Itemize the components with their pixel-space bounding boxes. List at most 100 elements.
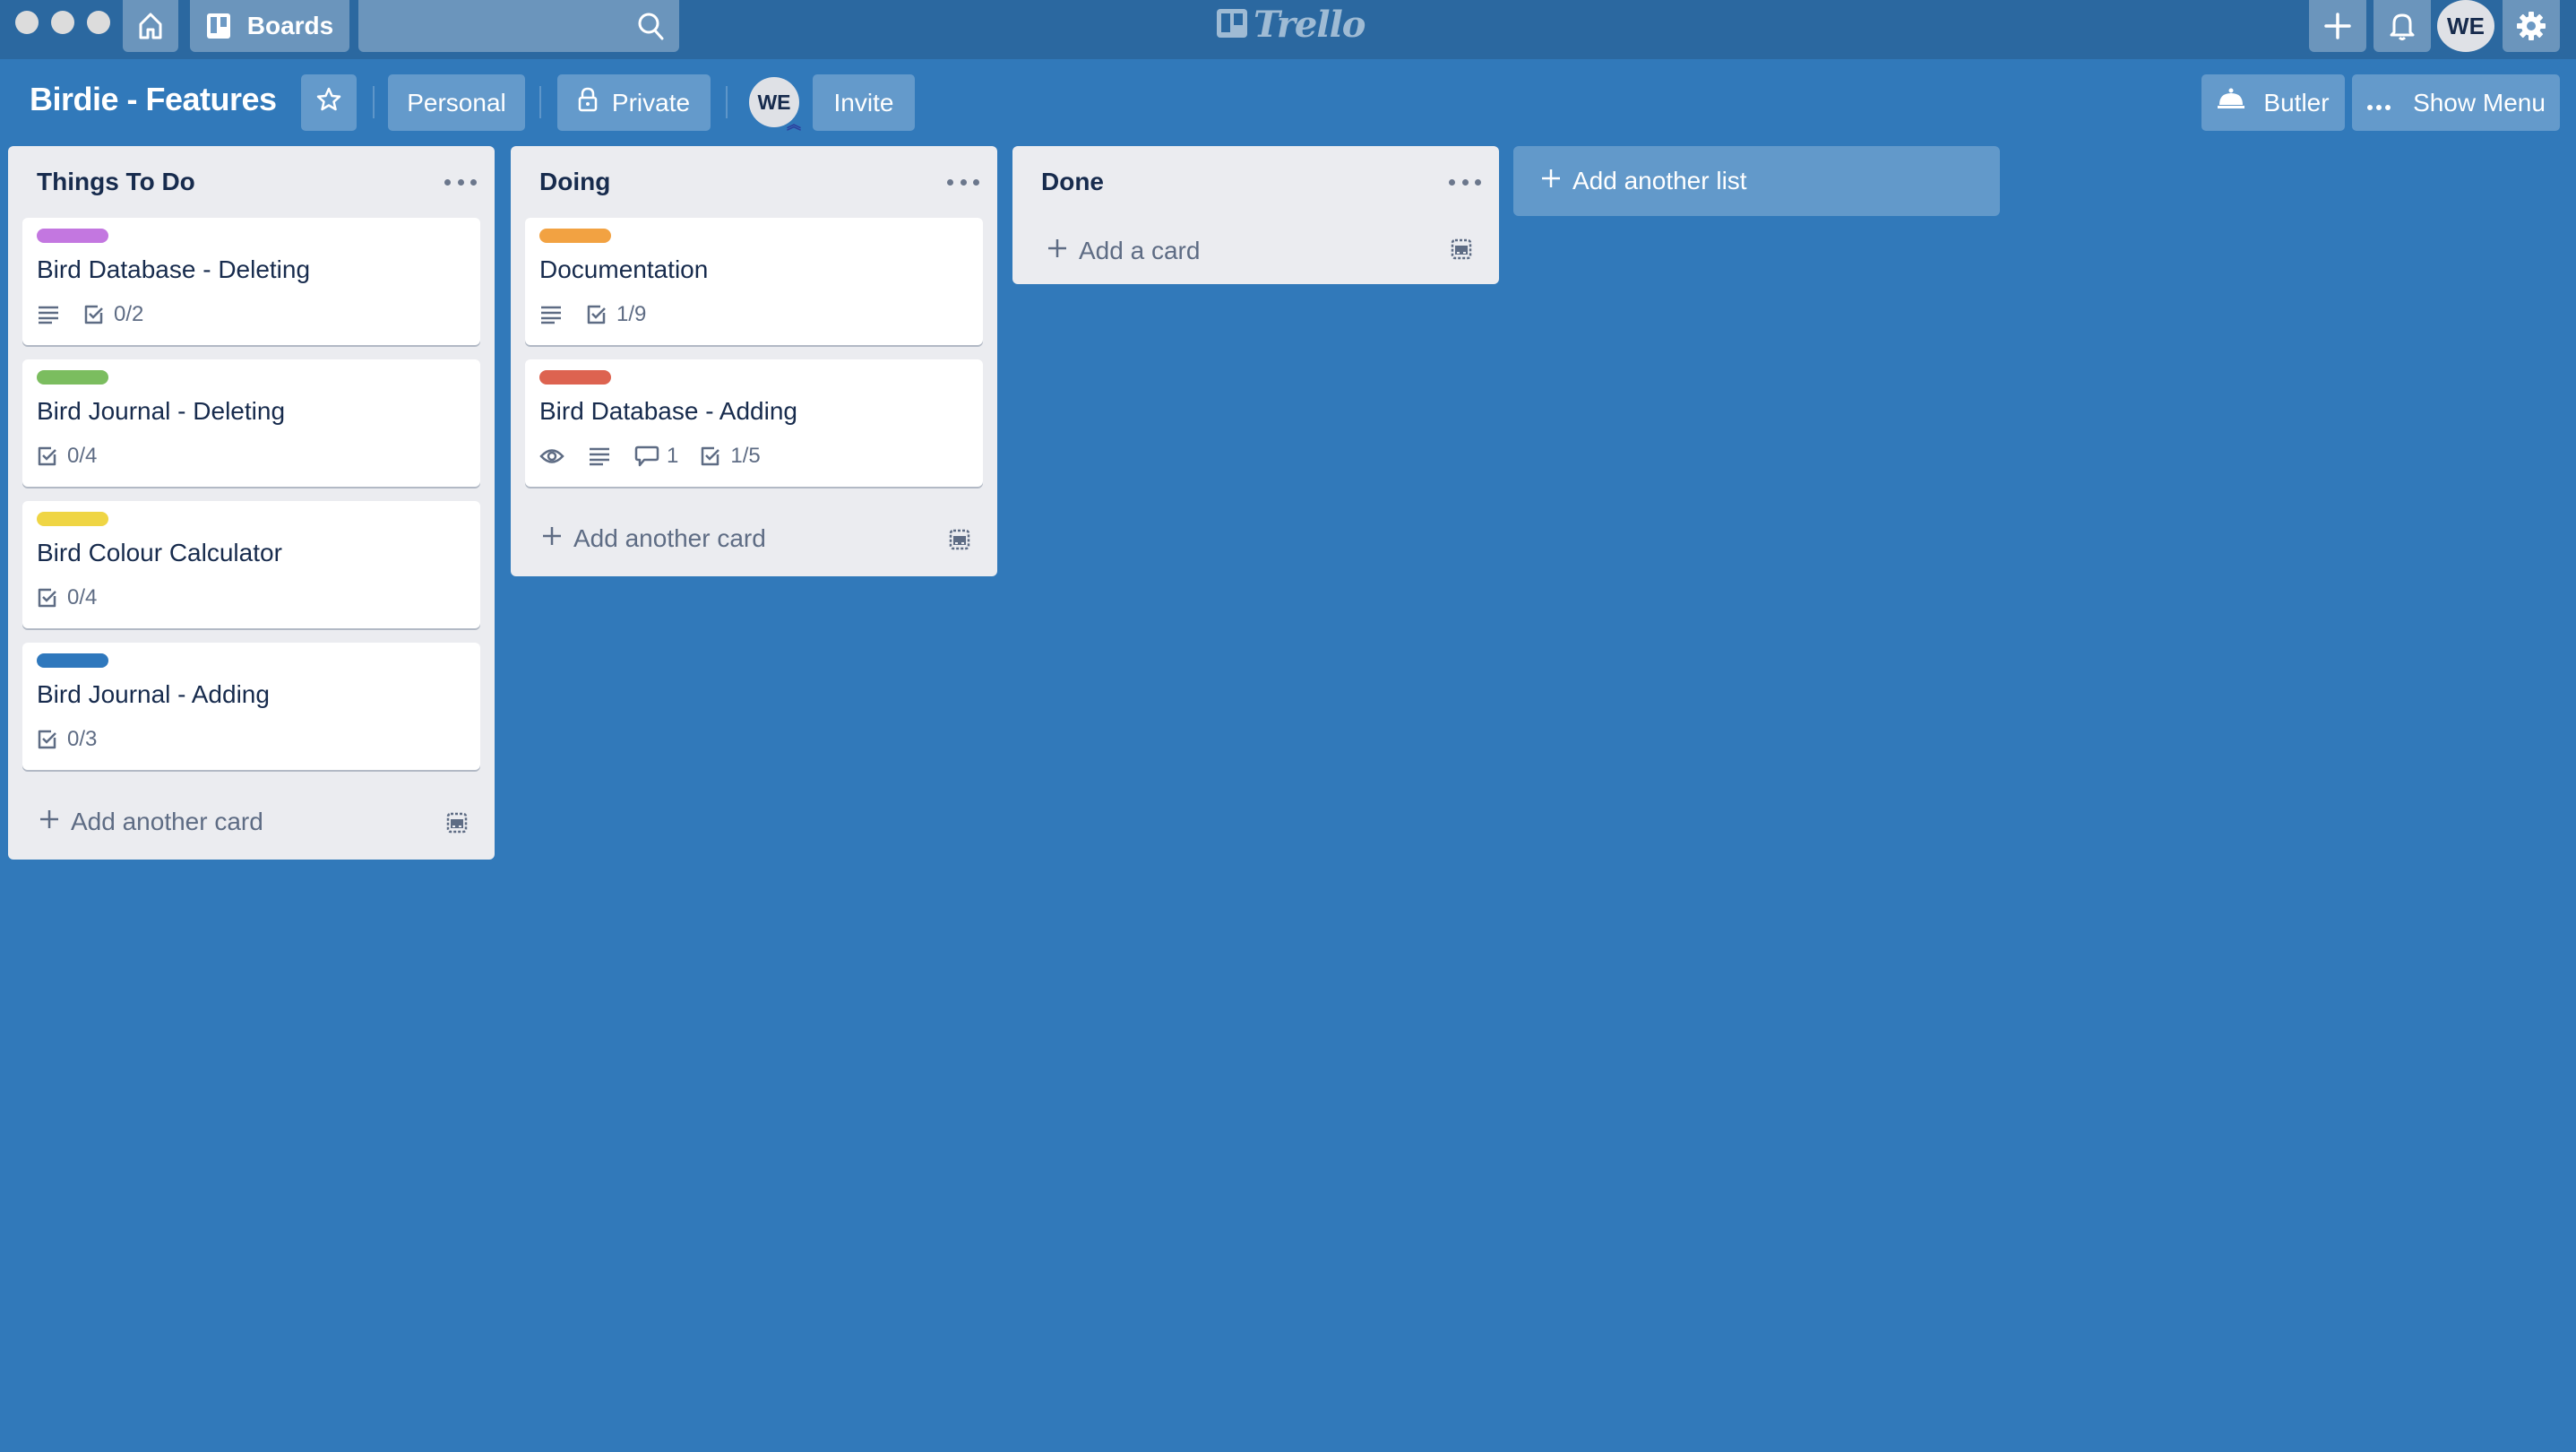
notifications-button[interactable] (2374, 0, 2431, 52)
plus-icon (1540, 167, 1562, 195)
boards-button[interactable]: Boards (190, 0, 349, 52)
description-icon (37, 305, 60, 324)
list-header: Done (1012, 146, 1499, 218)
plus-icon (39, 808, 60, 836)
header-divider (539, 86, 541, 118)
add-list-button[interactable]: Add another list (1513, 146, 2000, 216)
checklist-badge: 1/9 (586, 302, 646, 327)
checklist-icon (38, 730, 56, 749)
card-label-red[interactable] (539, 370, 611, 385)
checklist-count: 0/3 (67, 727, 98, 751)
card[interactable]: Bird Journal - Deleting 0/4 (22, 359, 480, 487)
list-done: Done Add a card (1012, 146, 1499, 284)
checklist-count: 1/9 (616, 302, 647, 326)
header-divider (726, 86, 728, 118)
trello-logo[interactable]: Trello (1216, 4, 1366, 46)
settings-button[interactable] (2503, 0, 2560, 52)
comment-count: 1 (667, 444, 679, 468)
card-badges: 1/9 (539, 298, 969, 331)
list-doing: Doing Documentation 1/9 Bird Database - … (511, 146, 997, 576)
card-title: Bird Journal - Adding (37, 680, 270, 708)
top-navigation-bar: Boards Trello WE (0, 0, 2576, 59)
board-member-avatar[interactable]: WE ︽ (749, 77, 801, 133)
checklist-icon (38, 446, 56, 466)
card-label-green[interactable] (37, 370, 108, 385)
team-button[interactable]: Personal (388, 74, 525, 131)
card-label-purple[interactable] (37, 229, 108, 243)
butler-bell-icon (2217, 88, 2245, 117)
card[interactable]: Bird Journal - Adding 0/3 (22, 643, 480, 770)
card[interactable]: Bird Colour Calculator 0/4 (22, 501, 480, 628)
card[interactable]: Bird Database - Deleting 0/2 (22, 218, 480, 345)
window-close-button[interactable] (15, 11, 39, 34)
card[interactable]: Bird Database - Adding 1 1/5 (525, 359, 983, 487)
search-input[interactable] (358, 0, 679, 52)
list-title[interactable]: Doing (539, 168, 610, 196)
butler-button[interactable]: Butler (2201, 74, 2345, 131)
checklist-count: 1/5 (730, 444, 761, 468)
plus-icon (541, 524, 563, 553)
card-template-icon[interactable] (1451, 238, 1472, 266)
search-box[interactable] (358, 0, 679, 52)
card-label-blue[interactable] (37, 653, 108, 668)
trello-logo-text: Trello (1254, 4, 1366, 46)
card-template-icon[interactable] (949, 528, 970, 557)
checklist-count: 0/4 (67, 585, 98, 609)
comments-badge: 1 (634, 444, 678, 469)
search-icon[interactable] (636, 11, 667, 46)
invite-button[interactable]: Invite (813, 74, 915, 131)
checklist-badge: 0/4 (37, 444, 97, 469)
butler-label: Butler (2263, 88, 2330, 117)
watching-icon (539, 446, 564, 466)
star-board-button[interactable] (301, 74, 357, 131)
invite-label: Invite (833, 88, 894, 117)
home-icon (137, 12, 164, 40)
card-label-yellow[interactable] (37, 512, 108, 526)
card-label-orange[interactable] (539, 229, 611, 243)
list-header: Things To Do (8, 146, 495, 218)
card-badges: 0/2 (37, 298, 466, 331)
gear-icon (2516, 11, 2546, 41)
board-title[interactable]: Birdie - Features (30, 81, 277, 118)
comment-icon (634, 445, 659, 467)
boards-label: Boards (246, 12, 334, 39)
card-badges: 0/4 (37, 582, 466, 614)
add-card-label: Add another card (573, 524, 766, 552)
visibility-button[interactable]: Private (557, 74, 711, 131)
list-menu-button[interactable] (947, 171, 979, 193)
list-things-to-do: Things To Do Bird Database - Deleting 0/… (8, 146, 495, 860)
card[interactable]: Documentation 1/9 (525, 218, 983, 345)
member-initials: WE (757, 90, 791, 114)
plus-icon (1047, 237, 1068, 265)
list-title[interactable]: Things To Do (37, 168, 195, 196)
add-list-label: Add another list (1572, 167, 1747, 194)
home-button[interactable] (123, 0, 178, 52)
team-label: Personal (407, 88, 506, 117)
add-card-label: Add a card (1079, 237, 1201, 264)
create-button[interactable] (2309, 0, 2366, 52)
card-badges: 0/4 (37, 440, 466, 472)
checklist-icon (587, 305, 606, 324)
card-title: Documentation (539, 255, 709, 283)
add-card-button[interactable]: Add another card (511, 501, 997, 576)
plus-icon (2323, 12, 2352, 40)
description-icon (539, 305, 563, 324)
show-menu-button[interactable]: Show Menu (2352, 74, 2560, 131)
card-title: Bird Database - Adding (539, 397, 797, 425)
add-card-button[interactable]: Add a card (1012, 218, 1499, 284)
card-title: Bird Database - Deleting (37, 255, 311, 283)
add-card-button[interactable]: Add another card (8, 784, 495, 860)
bell-icon (2389, 11, 2416, 41)
card-title: Bird Colour Calculator (37, 539, 282, 566)
ellipsis-icon (2366, 89, 2391, 117)
user-avatar[interactable]: WE (2437, 0, 2494, 52)
list-menu-button[interactable] (444, 171, 477, 193)
list-header: Doing (511, 146, 997, 218)
window-zoom-button[interactable] (87, 11, 110, 34)
list-menu-button[interactable] (1449, 171, 1481, 193)
list-title[interactable]: Done (1041, 168, 1104, 196)
checklist-icon (84, 305, 103, 324)
window-minimize-button[interactable] (51, 11, 74, 34)
checklist-icon (38, 588, 56, 608)
card-template-icon[interactable] (446, 811, 468, 840)
